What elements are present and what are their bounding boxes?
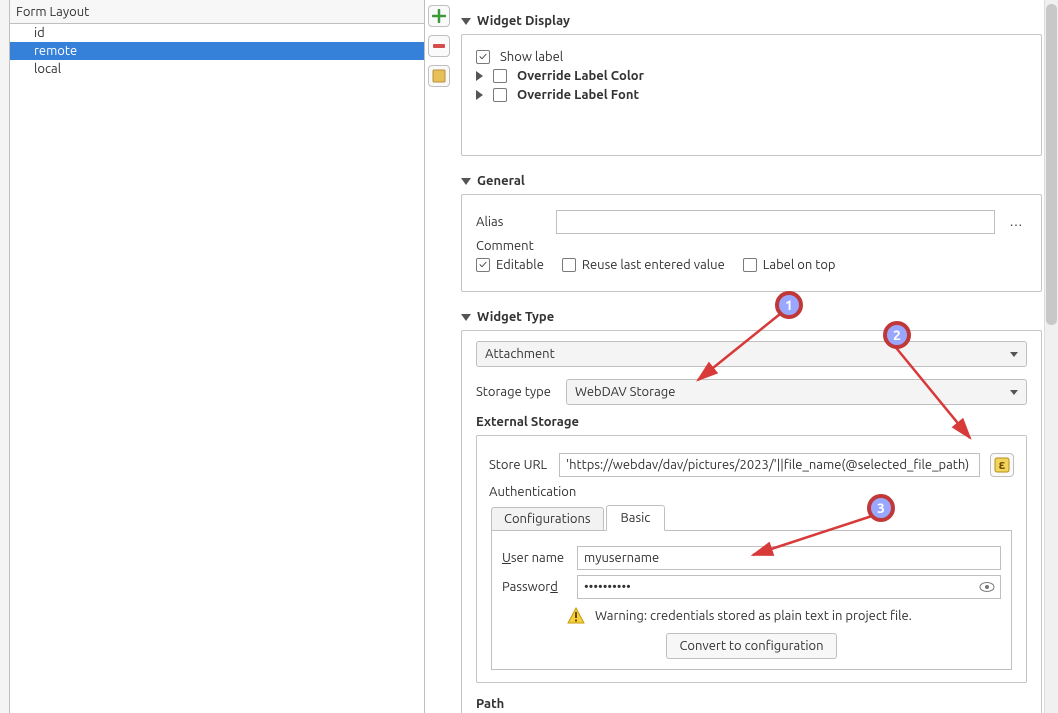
label-top-text: Label on top [763,258,836,272]
collapse-icon [461,314,471,321]
expand-icon[interactable] [476,90,483,100]
editable-text: Editable [496,258,544,272]
section-widget-type-header[interactable]: Widget Type [461,304,1042,330]
widget-type-value: Attachment [485,347,555,361]
warning-text: Warning: credentials stored as plain tex… [595,609,912,623]
override-font-text: Override Label Font [517,88,639,102]
section-widget-type-body: Attachment Storage type WebDAV Storage E… [461,330,1042,713]
external-storage-title: External Storage [476,415,1027,429]
add-field-button[interactable] [428,5,450,27]
form-layout-pane: Form Layout id remote local [10,0,425,713]
section-title: Widget Type [477,310,554,324]
comment-label: Comment [476,239,546,253]
external-storage-group: Store URL ε Authentication Configuration… [476,435,1027,683]
username-label: User name [502,551,567,565]
widget-type-select[interactable]: Attachment [476,341,1027,367]
section-widget-display-header[interactable]: Widget Display [461,8,1042,34]
warning-icon [567,607,585,625]
field-item[interactable]: local [10,60,424,78]
alias-input[interactable] [556,210,995,234]
section-widget-display-body: Show label Override Label Color Override… [461,34,1042,156]
expression-button[interactable]: ε [990,453,1014,477]
auth-title: Authentication [489,485,1014,499]
section-title: Widget Display [477,14,570,28]
section-general-body: Alias … Comment Editable Reuse last ente… [461,194,1042,292]
label-top-checkbox[interactable] [743,258,757,272]
field-item[interactable]: remote [10,42,424,60]
left-gutter [0,0,10,713]
expand-icon[interactable] [476,71,483,81]
override-color-checkbox[interactable] [493,69,507,83]
store-url-label: Store URL [489,458,549,472]
password-label: Password [502,580,567,594]
show-label-text: Show label [500,50,563,64]
eye-icon [979,579,995,595]
show-label-checkbox[interactable] [476,50,490,64]
annotation-1: 1 [775,291,803,319]
plus-icon [432,9,446,23]
reuse-text: Reuse last entered value [582,258,725,272]
auth-tabs: Configurations Basic [491,505,1012,531]
scrollbar-thumb[interactable] [1046,4,1057,325]
storage-type-select[interactable]: WebDAV Storage [566,379,1027,405]
vertical-scrollbar[interactable] [1044,0,1058,713]
expression-icon: ε [994,457,1010,473]
layout-icon [432,69,446,83]
storage-type-value: WebDAV Storage [575,385,675,399]
tab-basic[interactable]: Basic [606,505,666,531]
collapse-icon [461,178,471,185]
tab-configurations[interactable]: Configurations [491,507,604,531]
show-password-button[interactable] [979,579,995,595]
svg-text:ε: ε [999,458,1006,472]
override-color-text: Override Label Color [517,69,644,83]
edit-field-button[interactable] [428,65,450,87]
auth-group: Configurations Basic User name Password [489,505,1014,670]
editable-checkbox[interactable] [476,258,490,272]
reuse-checkbox[interactable] [562,258,576,272]
convert-to-configuration-button[interactable]: Convert to configuration [666,633,836,659]
override-font-checkbox[interactable] [493,88,507,102]
annotation-3: 3 [867,494,895,522]
storage-type-label: Storage type [476,385,556,399]
chevron-down-icon [1010,352,1018,357]
alias-options-button[interactable]: … [1005,211,1027,233]
password-input[interactable] [577,575,1001,599]
field-action-toolbar [425,0,453,713]
minus-icon [432,39,446,53]
form-layout-title: Form Layout [10,0,424,24]
field-list[interactable]: id remote local [10,24,424,713]
collapse-icon [461,18,471,25]
chevron-down-icon [1010,390,1018,395]
alias-label: Alias [476,215,546,229]
remove-field-button[interactable] [428,35,450,57]
properties-pane: Widget Display Show label Override Label… [453,0,1058,713]
auth-tab-body: User name Password [491,530,1012,670]
section-title: General [477,174,525,188]
path-title: Path [476,697,1027,711]
annotation-2: 2 [883,321,911,349]
field-item[interactable]: id [10,24,424,42]
store-url-input[interactable] [559,453,980,477]
username-input[interactable] [577,546,1001,570]
section-general-header[interactable]: General [461,168,1042,194]
